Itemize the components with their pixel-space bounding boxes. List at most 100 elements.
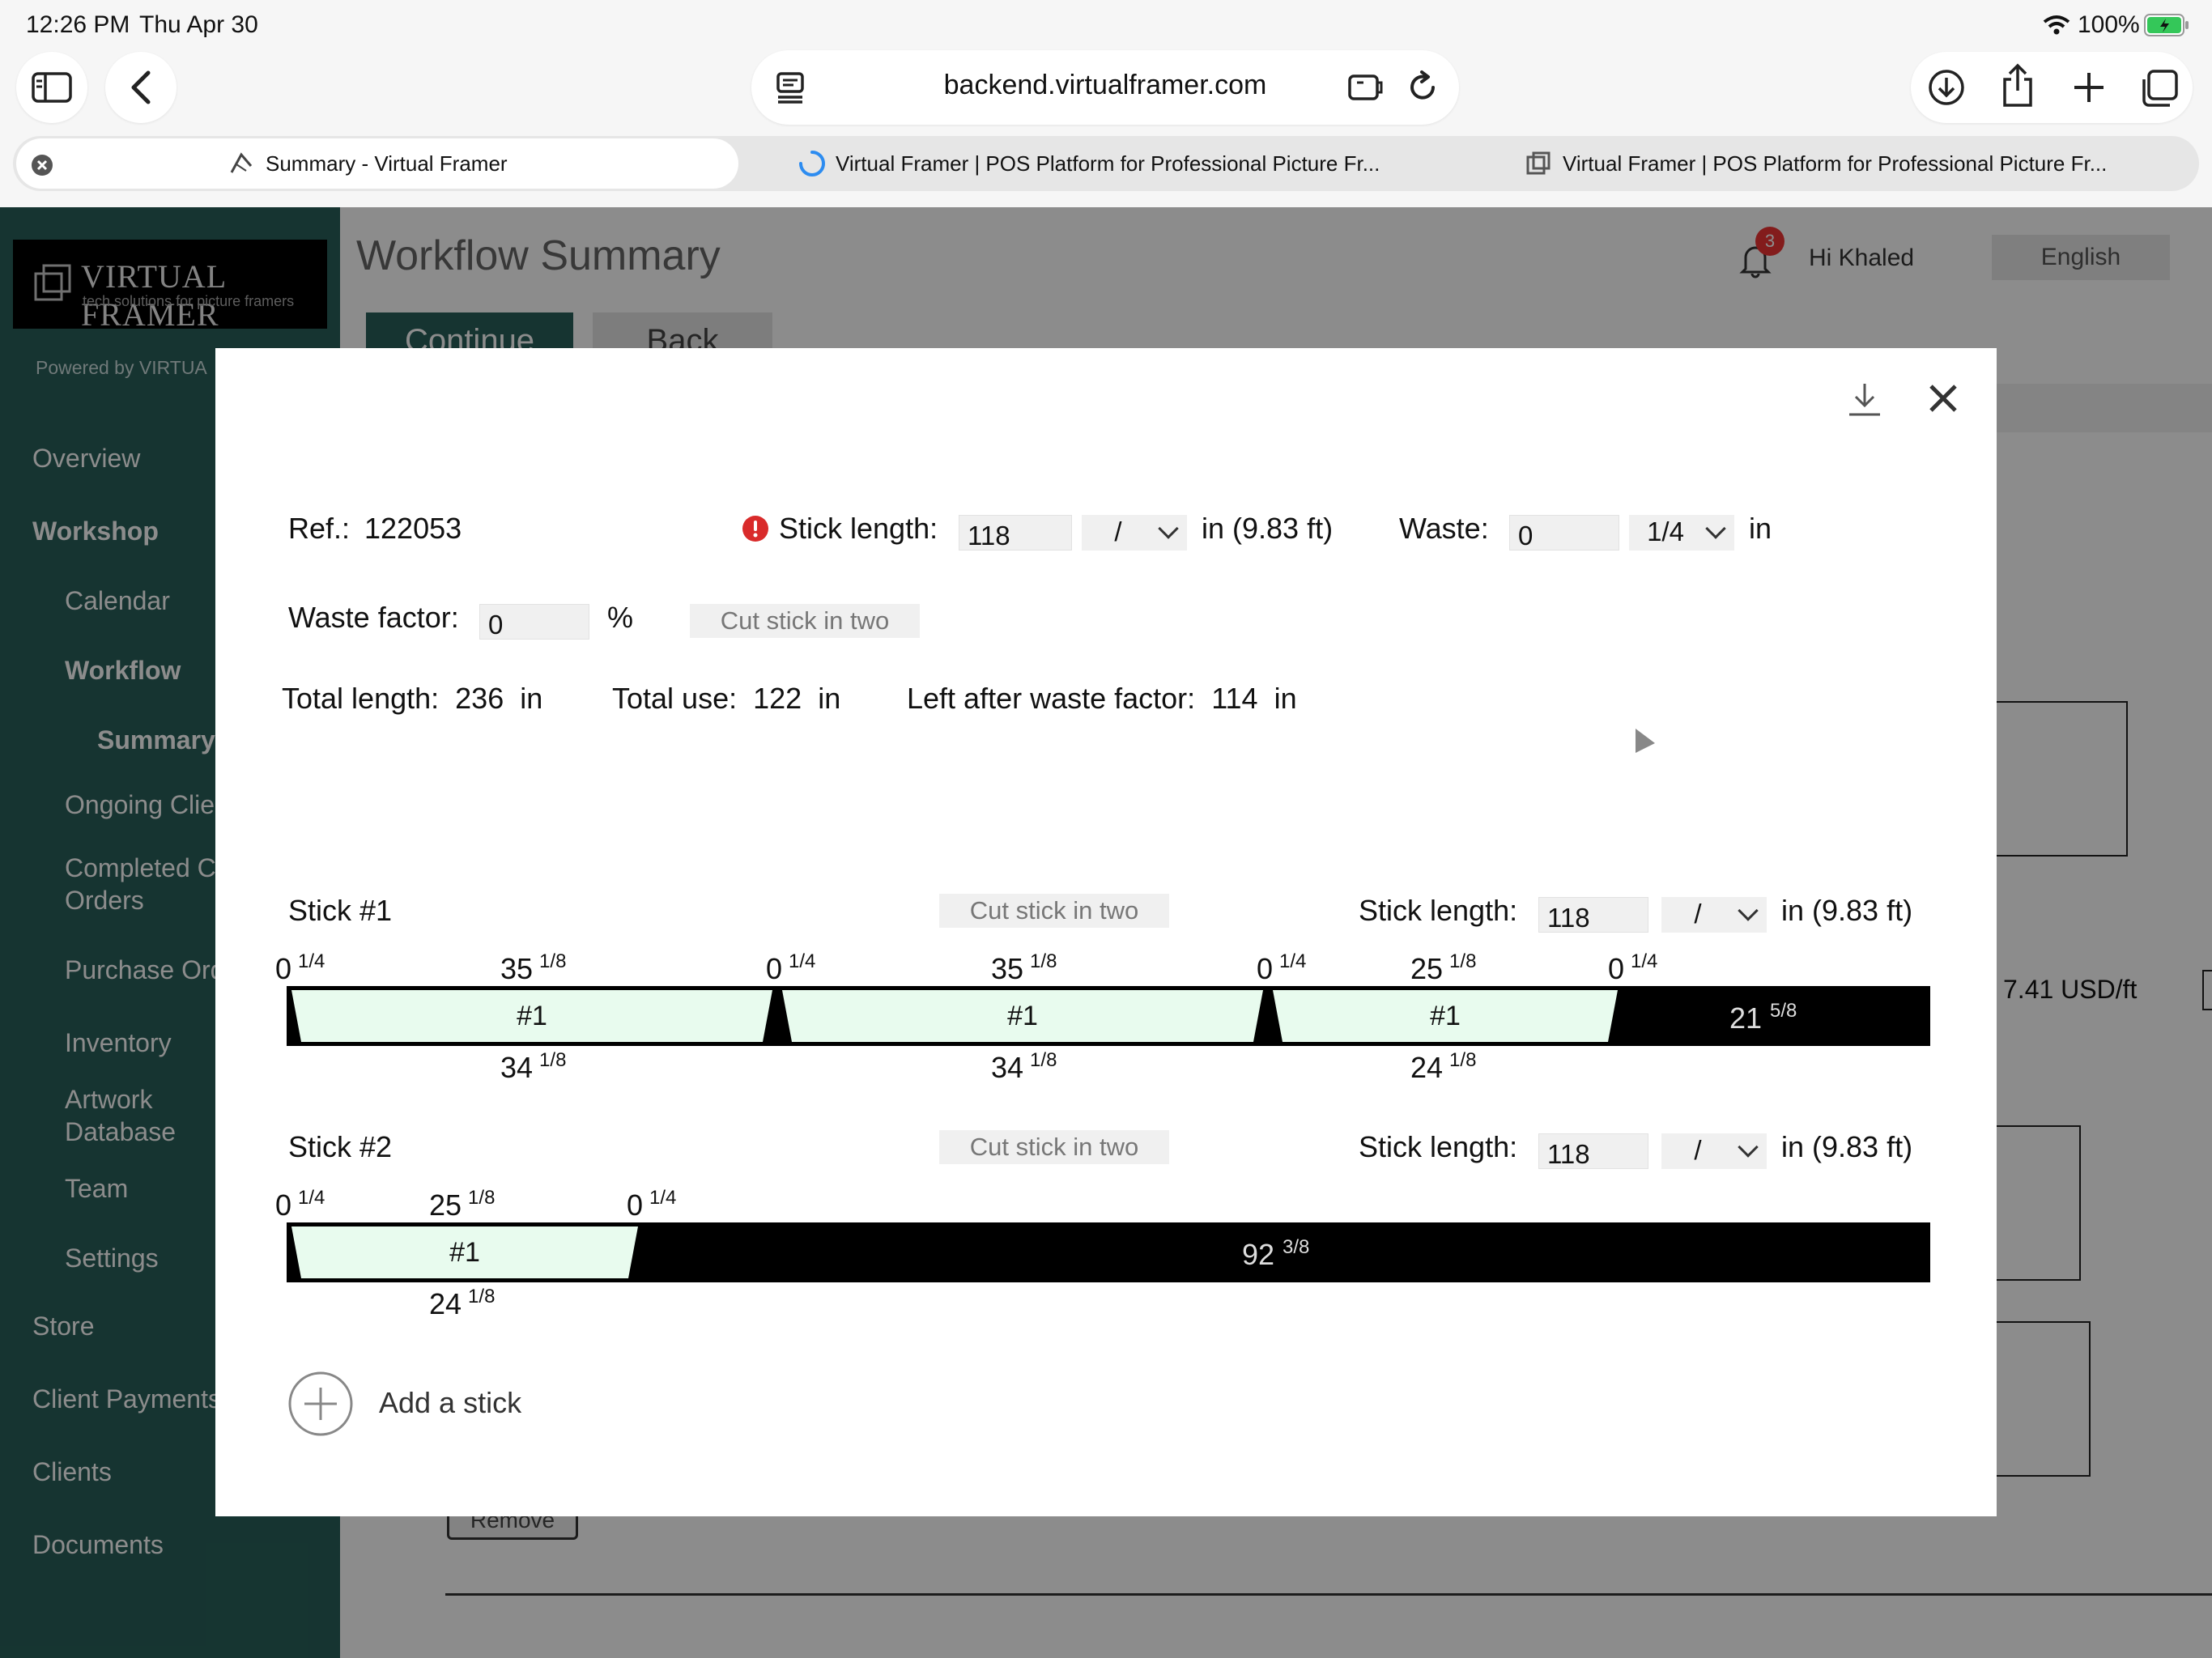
tabs-overview-icon[interactable]: [2139, 68, 2180, 108]
battery-icon: [2144, 14, 2189, 36]
total-use-unit: in: [818, 682, 841, 715]
stick-2-length-input[interactable]: 118: [1538, 1133, 1648, 1169]
left-after-waste-unit: in: [1274, 682, 1297, 715]
chevron-down-icon: [1738, 1137, 1759, 1158]
ref-label: Ref.:: [288, 512, 351, 545]
waste-label: Waste:: [1399, 512, 1489, 545]
stick-2-bar: #1 92 3/8: [287, 1222, 1930, 1282]
toolbar-actions: [1911, 52, 2193, 123]
reload-icon[interactable]: [1407, 70, 1440, 105]
stick-2-unit: in (9.83 ft): [1781, 1130, 1913, 1163]
chevron-down-icon: [1158, 518, 1179, 539]
stick-1-cut-button[interactable]: Cut stick in two: [939, 894, 1169, 928]
waste-whole: 0: [627, 1188, 644, 1222]
stick-1-waste-label: 0 1/4: [766, 950, 815, 986]
stick-2-cut-button[interactable]: Cut stick in two: [939, 1130, 1169, 1164]
inner-whole: 24: [1410, 1051, 1444, 1084]
tab-summary-label: Summary - Virtual Framer: [266, 151, 508, 176]
stick-length-fraction-select[interactable]: /: [1082, 515, 1187, 551]
waste-whole: 0: [1257, 952, 1274, 985]
favicon-icon: [230, 152, 253, 173]
total-length: Total length: 236 in: [282, 682, 542, 716]
stick-1-title: Stick #1: [288, 894, 393, 927]
waste-whole: 0: [275, 1188, 292, 1222]
outer-frac: 1/8: [468, 1187, 496, 1209]
stick-1-piece-inner-length: 24 1/8: [1410, 1049, 1476, 1085]
stick-1-remainder-frac: 5/8: [1770, 1000, 1797, 1022]
stick-length-label: Stick length:: [779, 512, 938, 545]
waste-factor-input[interactable]: 0: [479, 604, 589, 640]
add-stick-button[interactable]: Add a stick: [379, 1386, 521, 1420]
waste-whole: 0: [1608, 952, 1625, 985]
percent-sign: %: [607, 601, 634, 634]
stick-2-title: Stick #2: [288, 1130, 393, 1163]
share-icon[interactable]: [2000, 63, 2035, 108]
tab-pos-1-label: Virtual Framer | POS Platform for Profes…: [836, 151, 1380, 176]
stick-1-piece-outer-length: 25 1/8: [1410, 950, 1476, 986]
back-nav-button[interactable]: [105, 52, 177, 123]
stick-1-piece-inner-length: 34 1/8: [991, 1049, 1057, 1085]
sidebar-icon: [32, 72, 72, 103]
total-use: Total use: 122 in: [612, 682, 840, 716]
wifi-icon: [2043, 15, 2070, 35]
download-icon[interactable]: [1846, 380, 1883, 418]
tab-summary[interactable]: Summary - Virtual Framer: [228, 136, 508, 191]
stick-2-remainder-whole: 92: [1242, 1238, 1274, 1271]
new-tab-icon[interactable]: [2071, 70, 2107, 105]
stick-1-piece-outer-length: 35 1/8: [991, 950, 1057, 986]
inner-frac: 1/8: [468, 1286, 496, 1307]
stick-2-fraction-select[interactable]: /: [1661, 1133, 1767, 1169]
waste-frac: 1/4: [649, 1187, 677, 1209]
stick-2-length-label: Stick length:: [1359, 1130, 1518, 1163]
warning-icon: [742, 516, 768, 542]
chevron-down-icon: [1738, 900, 1759, 921]
total-use-label: Total use:: [612, 682, 738, 715]
outer-frac: 1/8: [1449, 950, 1477, 972]
total-length-label: Total length:: [282, 682, 440, 715]
waste-frac: 1/4: [298, 950, 325, 972]
tab-pos-1[interactable]: Virtual Framer | POS Platform for Profes…: [798, 136, 1380, 191]
inner-whole: 34: [991, 1051, 1024, 1084]
stick-2-waste-label: 0 1/4: [275, 1187, 325, 1222]
stick-length-input[interactable]: 118: [959, 515, 1072, 551]
inner-frac: 1/8: [1449, 1049, 1477, 1071]
add-stick-icon[interactable]: [287, 1370, 355, 1438]
stick-1-piece-inner-length: 34 1/8: [500, 1049, 566, 1085]
waste-whole: 0: [766, 952, 783, 985]
stick-1-length-input[interactable]: 118: [1538, 897, 1648, 933]
stick-1-bar: #1 #1 #1 21 5/8: [287, 986, 1930, 1046]
stick-2-waste-label: 0 1/4: [627, 1187, 676, 1222]
outer-whole: 35: [500, 952, 534, 985]
waste-frac: 1/4: [1631, 950, 1658, 972]
loading-icon: [799, 151, 825, 176]
waste-fraction-select[interactable]: 1/4: [1629, 515, 1734, 551]
favicon-icon: [1526, 151, 1551, 175]
stick-cutting-modal: Ref.: 122053 Stick length: 118 / in (9.8…: [215, 348, 1997, 1516]
stick-1-fraction-select[interactable]: /: [1661, 897, 1767, 933]
waste-unit: in: [1749, 512, 1772, 545]
stick-1-piece-1-label: #1: [517, 1001, 547, 1031]
waste-whole: 0: [275, 952, 292, 985]
stick-1-length-label: Stick length:: [1359, 894, 1518, 927]
fraction-value: /: [1114, 517, 1122, 546]
total-length-value: 236: [455, 682, 504, 715]
close-tab-icon[interactable]: [31, 154, 53, 176]
waste-input[interactable]: 0: [1509, 515, 1619, 551]
sidebar-toggle-button[interactable]: [16, 52, 87, 123]
left-after-waste: Left after waste factor: 114 in: [907, 682, 1297, 716]
tab-pos-2[interactable]: Virtual Framer | POS Platform for Profes…: [1525, 136, 2107, 191]
left-after-waste-label: Left after waste factor:: [907, 682, 1196, 715]
total-use-value: 122: [753, 682, 802, 715]
download-icon[interactable]: [1927, 68, 1966, 107]
address-bar[interactable]: backend.virtualframer.com: [751, 50, 1459, 125]
status-time: 12:26 PM: [26, 11, 130, 38]
stick-2-piece-inner-length: 24 1/8: [429, 1286, 495, 1321]
cut-stick-button[interactable]: Cut stick in two: [690, 604, 920, 638]
outer-whole: 35: [991, 952, 1024, 985]
extension-icon[interactable]: [1347, 71, 1383, 104]
close-icon[interactable]: [1927, 382, 1959, 414]
chevron-down-icon: [1705, 518, 1726, 539]
inner-whole: 34: [500, 1051, 534, 1084]
outer-whole: 25: [1410, 952, 1444, 985]
total-length-unit: in: [520, 682, 543, 715]
